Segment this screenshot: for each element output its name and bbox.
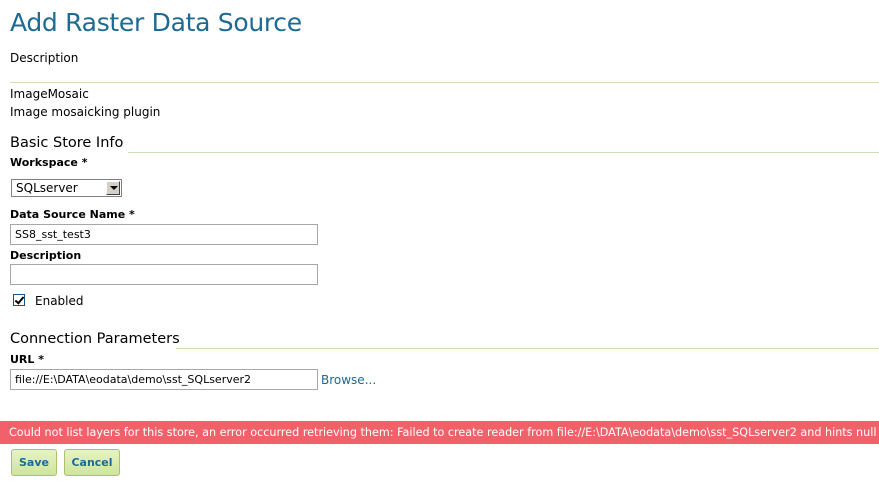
- data-source-name-input[interactable]: [10, 224, 318, 245]
- section-heading-basic-store-info: Basic Store Info: [10, 135, 124, 151]
- enabled-checkbox[interactable]: [13, 294, 25, 306]
- description-label: Description: [10, 249, 82, 262]
- cancel-button[interactable]: Cancel: [64, 449, 120, 476]
- url-input[interactable]: [10, 369, 318, 390]
- page-title: Add Raster Data Source: [10, 8, 302, 37]
- error-message: Could not list layers for this store, an…: [0, 421, 879, 444]
- page-description-label: Description: [10, 51, 79, 65]
- browse-link[interactable]: Browse...: [321, 373, 376, 387]
- description-input[interactable]: [10, 264, 318, 285]
- workspace-select[interactable]: SQLserver: [11, 179, 122, 197]
- save-button[interactable]: Save: [11, 449, 57, 476]
- divider: [176, 348, 879, 349]
- workspace-label: Workspace *: [10, 156, 88, 169]
- plugin-name: ImageMosaic: [10, 87, 89, 101]
- enabled-label: Enabled: [35, 294, 84, 308]
- data-source-name-label: Data Source Name *: [10, 208, 135, 221]
- plugin-description: Image mosaicking plugin: [10, 105, 161, 119]
- divider: [10, 82, 879, 83]
- chevron-down-icon[interactable]: [106, 181, 120, 195]
- divider: [128, 152, 879, 153]
- workspace-selected-value: SQLserver: [16, 181, 78, 195]
- section-heading-connection-parameters: Connection Parameters: [10, 331, 180, 347]
- url-label: URL *: [10, 353, 44, 366]
